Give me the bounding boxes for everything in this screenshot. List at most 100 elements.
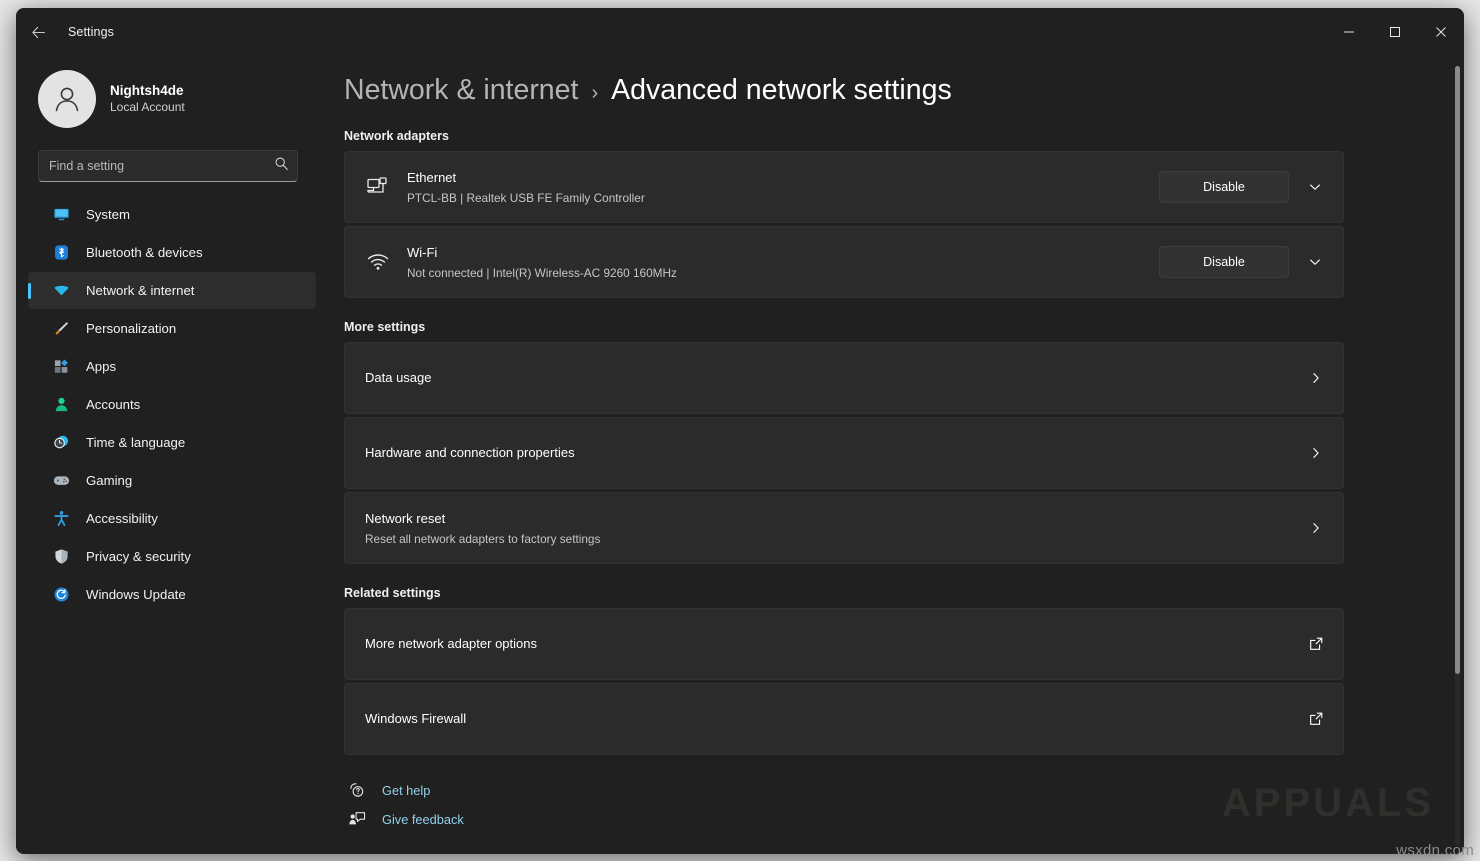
setting-title: Hardware and connection properties: [365, 445, 575, 460]
sidebar-item-privacy-security[interactable]: Privacy & security: [28, 538, 316, 575]
related-text: More network adapter options: [361, 633, 1293, 655]
sidebar-item-accessibility[interactable]: Accessibility: [28, 500, 316, 537]
update-refresh-icon: [52, 586, 70, 604]
setting-title: Data usage: [365, 370, 432, 385]
get-help-label: Get help: [382, 783, 430, 798]
sidebar-nav: System Bluetooth & devices: [28, 196, 316, 613]
disable-button-ethernet[interactable]: Disable: [1159, 171, 1289, 203]
external-link-icon: [1301, 711, 1331, 727]
window-controls: [1326, 8, 1464, 56]
app-title: Settings: [68, 25, 114, 39]
ethernet-icon: [361, 175, 395, 199]
more-settings-list: Data usage Hardware and connection prope…: [344, 342, 1344, 564]
related-row-windows-firewall[interactable]: Windows Firewall: [344, 683, 1344, 755]
search-box: [38, 150, 298, 182]
related-row-more-network-adapter-options[interactable]: More network adapter options: [344, 608, 1344, 680]
setting-row-network-reset[interactable]: Network reset Reset all network adapters…: [344, 492, 1344, 564]
search-input[interactable]: [38, 150, 298, 182]
adapter-row-ethernet[interactable]: Ethernet PTCL-BB | Realtek USB FE Family…: [344, 151, 1344, 223]
page-title: Advanced network settings: [611, 74, 952, 107]
screen: Settings: [0, 0, 1480, 861]
sidebar-item-system[interactable]: System: [28, 196, 316, 233]
setting-text: Network reset Reset all network adapters…: [361, 508, 1293, 548]
wifi-icon: [361, 250, 395, 274]
setting-title: Network reset: [365, 511, 445, 526]
person-icon: [52, 396, 70, 414]
setting-text: Hardware and connection properties: [361, 442, 1293, 464]
avatar: [38, 70, 96, 128]
setting-row-data-usage[interactable]: Data usage: [344, 342, 1344, 414]
account-name: Nightsh4de: [110, 83, 185, 100]
setting-text: Data usage: [361, 367, 1293, 389]
chevron-right-icon: [1301, 446, 1331, 460]
expand-button-wifi[interactable]: [1299, 246, 1331, 278]
section-label-related-settings: Related settings: [344, 586, 1464, 600]
adapter-text: Wi-Fi Not connected | Intel(R) Wireless-…: [407, 242, 1159, 282]
related-text: Windows Firewall: [361, 708, 1293, 730]
setting-row-hardware-connection-properties[interactable]: Hardware and connection properties: [344, 417, 1344, 489]
sidebar-item-gaming[interactable]: Gaming: [28, 462, 316, 499]
adapter-name: Wi-Fi: [407, 245, 437, 260]
adapter-text: Ethernet PTCL-BB | Realtek USB FE Family…: [407, 167, 1159, 207]
apps-grid-icon: [52, 358, 70, 376]
sidebar-item-time-language[interactable]: Time & language: [28, 424, 316, 461]
disable-button-wifi[interactable]: Disable: [1159, 246, 1289, 278]
adapter-name: Ethernet: [407, 170, 456, 185]
sidebar-item-label: Gaming: [86, 473, 132, 488]
sidebar: Nightsh4de Local Account: [16, 56, 328, 854]
paintbrush-icon: [52, 320, 70, 338]
setting-subtitle: Reset all network adapters to factory se…: [365, 532, 1293, 548]
sidebar-item-label: Personalization: [86, 321, 176, 336]
content-pane: Network & internet › Advanced network se…: [328, 56, 1464, 854]
sidebar-item-label: Accounts: [86, 397, 140, 412]
expand-button-ethernet[interactable]: [1299, 171, 1331, 203]
minimize-button[interactable]: [1326, 8, 1372, 56]
section-label-more-settings: More settings: [344, 320, 1464, 334]
back-arrow-icon: [30, 24, 47, 41]
title-bar: Settings: [16, 8, 1464, 56]
sidebar-item-label: Windows Update: [86, 587, 186, 602]
sidebar-item-bluetooth-devices[interactable]: Bluetooth & devices: [28, 234, 316, 271]
chevron-right-icon: [1301, 521, 1331, 535]
help-question-icon: [348, 781, 366, 799]
sidebar-item-label: Time & language: [86, 435, 185, 450]
account-type: Local Account: [110, 100, 185, 115]
sidebar-item-personalization[interactable]: Personalization: [28, 310, 316, 347]
breadcrumb-parent[interactable]: Network & internet: [344, 74, 578, 107]
sidebar-item-label: System: [86, 207, 130, 222]
breadcrumb: Network & internet › Advanced network se…: [344, 74, 1464, 107]
sidebar-item-label: Network & internet: [86, 283, 194, 298]
sidebar-item-label: Bluetooth & devices: [86, 245, 203, 260]
sidebar-item-apps[interactable]: Apps: [28, 348, 316, 385]
back-button[interactable]: [20, 16, 56, 48]
gamepad-icon: [52, 472, 70, 490]
person-avatar-icon: [50, 82, 84, 116]
wifi-icon: [52, 282, 70, 300]
chevron-right-icon: [1301, 371, 1331, 385]
get-help-link[interactable]: Get help: [344, 781, 1464, 799]
monitor-icon: [52, 206, 70, 224]
adapter-row-wifi[interactable]: Wi-Fi Not connected | Intel(R) Wireless-…: [344, 226, 1344, 298]
section-label-network-adapters: Network adapters: [344, 129, 1464, 143]
related-settings-list: More network adapter options: [344, 608, 1344, 755]
maximize-button[interactable]: [1372, 8, 1418, 56]
close-button[interactable]: [1418, 8, 1464, 56]
sidebar-item-windows-update[interactable]: Windows Update: [28, 576, 316, 613]
give-feedback-link[interactable]: Give feedback: [344, 810, 1464, 828]
close-icon: [1435, 26, 1447, 38]
account-block[interactable]: Nightsh4de Local Account: [28, 56, 316, 144]
maximize-icon: [1389, 26, 1401, 38]
footer-links: Get help Give feedback: [344, 781, 1464, 828]
related-title: Windows Firewall: [365, 711, 466, 726]
minimize-icon: [1343, 26, 1355, 38]
adapter-details: PTCL-BB | Realtek USB FE Family Controll…: [407, 191, 1159, 207]
sidebar-item-label: Privacy & security: [86, 549, 191, 564]
sidebar-item-network-internet[interactable]: Network & internet: [28, 272, 316, 309]
sidebar-item-accounts[interactable]: Accounts: [28, 386, 316, 423]
clock-icon: [52, 434, 70, 452]
accessibility-icon: [52, 510, 70, 528]
related-title: More network adapter options: [365, 636, 537, 651]
scrollbar-thumb[interactable]: [1455, 66, 1460, 674]
vertical-scrollbar[interactable]: [1455, 66, 1460, 846]
chevron-down-icon: [1308, 180, 1322, 194]
